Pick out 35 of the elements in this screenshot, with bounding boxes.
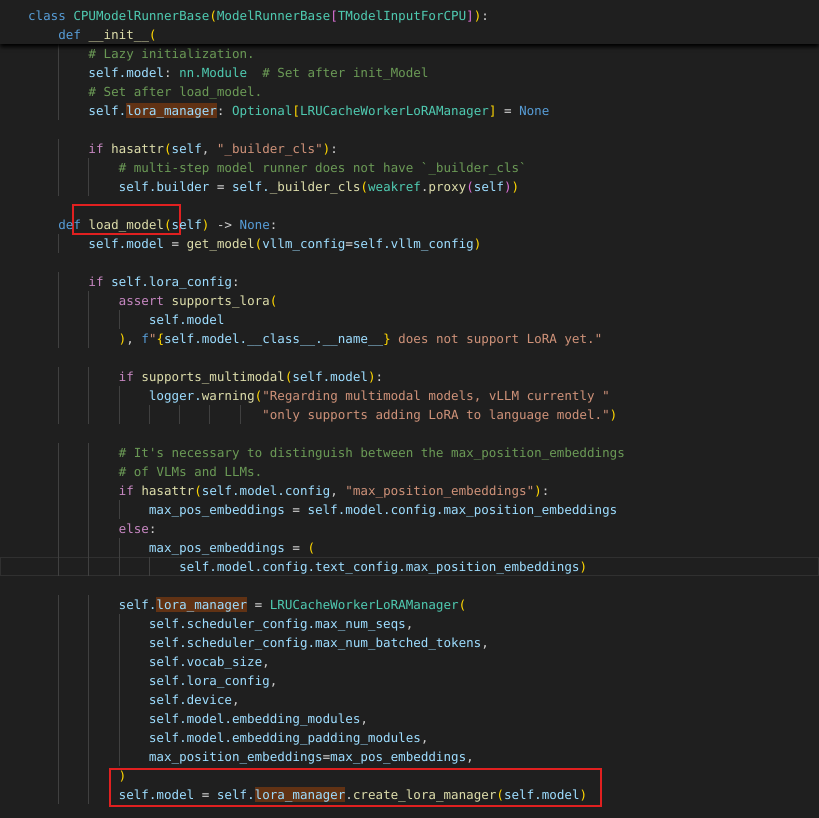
code-line: max_pos_embeddings = self.model.config.max_position_embeddings xyxy=(148,502,618,517)
code-line: self.model.embedding_padding_modules, xyxy=(148,730,428,745)
code-line: # Set after load_model. xyxy=(87,84,262,99)
code-line: # multi-step model runner does not have `_builder_cls` xyxy=(118,160,527,175)
code-line: self.scheduler_config.max_num_batched_tokens, xyxy=(148,635,489,650)
code-line: self.model = self.lora_manager.create_lora_manager(self.model) xyxy=(118,787,588,802)
code-line: self.lora_manager = LRUCacheWorkerLoRAManager( xyxy=(118,597,466,612)
code-line: if hasattr(self.model.config, "max_position_embeddings"): xyxy=(118,483,550,498)
code-line: class CPUModelRunnerBase(ModelRunnerBase[TModelInputForCPU]): xyxy=(28,8,489,23)
code-line: if supports_multimodal(self.model): xyxy=(118,369,384,384)
code-line: max_pos_embeddings = ( xyxy=(148,540,316,555)
code-line: self.scheduler_config.max_num_seqs, xyxy=(148,616,414,631)
code-line: self.lora_config, xyxy=(148,673,278,688)
code-line: max_position_embeddings=max_pos_embeddings, xyxy=(148,749,474,764)
code-line: ), f"{self.model.__class__.__name__} does not support LoRA yet." xyxy=(118,331,602,346)
code-line: self.model xyxy=(148,312,224,327)
code-line: ) xyxy=(118,768,126,783)
code-line: self.device, xyxy=(148,692,240,707)
code-line: else: xyxy=(118,521,156,536)
code-line: logger.warning("Regarding multimodal models, vLLM currently " xyxy=(148,388,610,403)
code-line: # of VLMs and LLMs. xyxy=(118,464,262,479)
code-line: self.builder = self._builder_cls(weakref.proxy(self)) xyxy=(118,179,520,194)
code-line: def __init__( xyxy=(57,27,156,42)
code-line: if hasattr(self, "_builder_cls"): xyxy=(87,141,338,156)
code-line: self.lora_manager: Optional[LRUCacheWorkerLoRAManager] = None xyxy=(87,103,550,118)
code-line: self.model.config.text_config.max_position_embeddings) xyxy=(178,559,587,574)
code-line: self.model: nn.Module # Set after init_Model xyxy=(87,65,428,80)
code-line: # Lazy initialization. xyxy=(87,46,255,61)
code-line: self.vocab_size, xyxy=(148,654,270,669)
code-line: assert supports_lora( xyxy=(118,293,278,308)
code-line: if self.lora_config: xyxy=(87,274,240,289)
code-line: self.model = get_model(vllm_config=self.vllm_config) xyxy=(87,236,482,251)
code-line: self.model.embedding_modules, xyxy=(148,711,368,726)
code-line: # It's necessary to distinguish between the max_position_embeddings xyxy=(118,445,625,460)
code-line: "only supports adding LoRA to language model.") xyxy=(261,407,618,422)
